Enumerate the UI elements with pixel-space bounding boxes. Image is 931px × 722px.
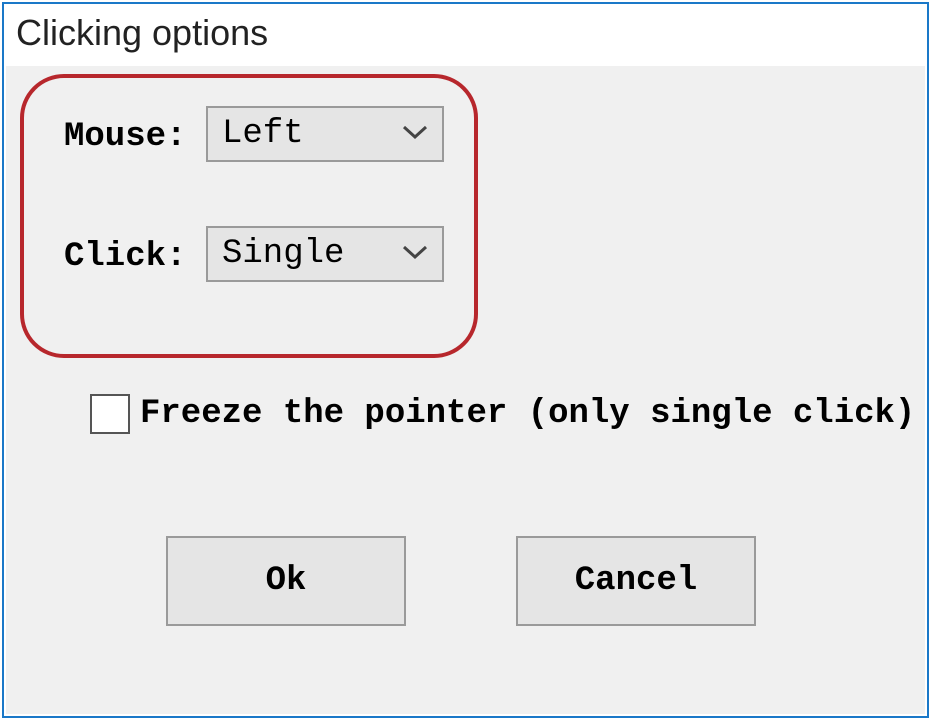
click-dropdown-value: Single (222, 235, 344, 273)
chevron-down-icon (402, 243, 428, 266)
freeze-pointer-label: Freeze the pointer (only single click) (140, 395, 915, 433)
dialog-client-area: Mouse: Left Click: Single Freeze the poi… (6, 66, 925, 714)
chevron-down-icon (402, 123, 428, 146)
dialog-buttons: Ok Cancel (166, 536, 756, 626)
click-dropdown[interactable]: Single (206, 226, 444, 282)
freeze-pointer-row: Freeze the pointer (only single click) (90, 394, 915, 434)
window-title: Clicking options (4, 4, 927, 68)
cancel-button[interactable]: Cancel (516, 536, 756, 626)
ok-button[interactable]: Ok (166, 536, 406, 626)
dialog-window: Clicking options Mouse: Left Click: Sing… (2, 2, 929, 718)
freeze-pointer-checkbox[interactable] (90, 394, 130, 434)
mouse-dropdown-value: Left (222, 115, 304, 153)
mouse-label: Mouse: (64, 118, 186, 156)
click-label: Click: (64, 238, 186, 276)
mouse-dropdown[interactable]: Left (206, 106, 444, 162)
